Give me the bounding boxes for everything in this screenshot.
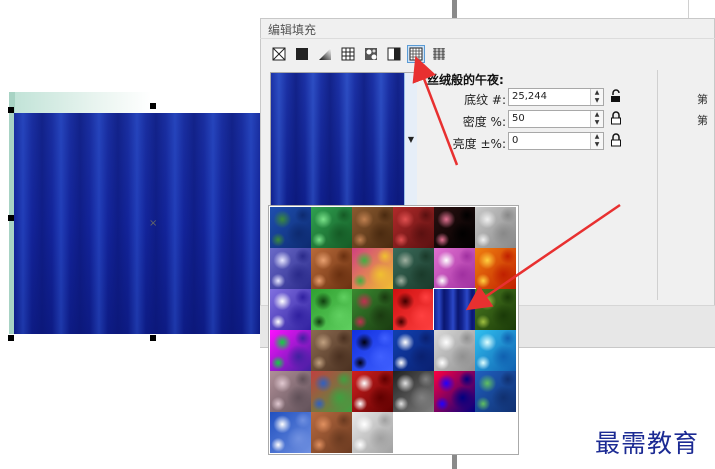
vector-pattern-icon xyxy=(341,47,355,61)
tile-green-blotch[interactable] xyxy=(311,207,352,248)
truncated-label: 第 xyxy=(697,93,708,106)
tile-blue-white-clouds[interactable] xyxy=(270,412,311,453)
selection-handle[interactable] xyxy=(8,107,14,113)
bitmap-pattern-fill-button[interactable] xyxy=(362,45,380,63)
velvet-filled-rectangle[interactable] xyxy=(14,113,274,334)
center-marker-icon: × xyxy=(149,218,158,229)
tile-white-dots[interactable] xyxy=(352,412,393,453)
tile-blue-cells[interactable] xyxy=(270,207,311,248)
tile-brown-speckle[interactable] xyxy=(352,207,393,248)
texture-fill-button[interactable] xyxy=(407,45,425,63)
texture-name: 丝绒般的午夜: xyxy=(427,73,504,87)
selection-handle[interactable] xyxy=(8,215,14,221)
divider xyxy=(260,38,715,39)
tile-terracotta[interactable] xyxy=(311,412,352,453)
tile-magenta-green-plasma[interactable] xyxy=(270,330,311,371)
divider xyxy=(657,70,658,300)
canvas-guide xyxy=(688,0,689,18)
spinner-arrows-icon[interactable]: ▲ ▼ xyxy=(590,89,603,105)
dropdown-arrow-icon: ▼ xyxy=(407,134,415,144)
texture-library-dropdown[interactable]: ▼ xyxy=(404,73,417,205)
density-input[interactable]: 50 ▲ ▼ xyxy=(508,110,604,128)
watermark: 最需教育 xyxy=(595,429,700,458)
spinner-arrows-icon[interactable]: ▲ ▼ xyxy=(590,111,603,127)
fountain-fill-button[interactable] xyxy=(316,45,334,63)
tile-copper-bumps[interactable] xyxy=(311,248,352,289)
tile-multicolor-confetti[interactable] xyxy=(311,371,352,412)
tile-rainbow-speckle[interactable] xyxy=(352,248,393,289)
texture-fill-icon xyxy=(409,47,423,61)
texture-preview[interactable] xyxy=(271,73,405,205)
tile-red-blue-gradient[interactable] xyxy=(434,371,475,412)
truncated-label: 第 xyxy=(697,114,708,127)
texture-number-input[interactable]: 25,244 ▲ ▼ xyxy=(508,88,604,106)
tile-white-ripples[interactable] xyxy=(434,330,475,371)
spinner-arrows-icon[interactable]: ▲ ▼ xyxy=(590,133,603,149)
lock-icon[interactable] xyxy=(609,111,623,127)
brightness-label: 亮度 ±%: xyxy=(452,137,506,151)
selection-handle[interactable] xyxy=(8,335,14,341)
tile-velvet-midnight[interactable] xyxy=(433,288,476,331)
texture-number-label: 底纹 #: xyxy=(464,93,506,107)
tile-pink-white-veins[interactable] xyxy=(434,248,475,289)
tile-red-granite[interactable] xyxy=(393,207,434,248)
uniform-fill-button[interactable] xyxy=(293,45,311,63)
brightness-input[interactable]: 0 ▲ ▼ xyxy=(508,132,604,150)
no-fill-button[interactable] xyxy=(270,45,288,63)
density-label: 密度 %: xyxy=(462,115,506,129)
texture-picker xyxy=(268,205,519,455)
tile-pink-gray-stucco[interactable] xyxy=(270,371,311,412)
tile-violet-blobs[interactable] xyxy=(270,289,311,330)
tile-red-white-mosaic[interactable] xyxy=(352,371,393,412)
tile-gray-stone[interactable] xyxy=(475,207,516,248)
postscript-fill-icon xyxy=(433,48,445,60)
lock-icon[interactable] xyxy=(609,133,623,149)
two-color-pattern-icon xyxy=(387,47,401,61)
tile-blue-black-swirl[interactable] xyxy=(352,330,393,371)
tile-blue-purple-swirl[interactable] xyxy=(270,248,311,289)
brightness-value: 0 xyxy=(512,135,519,146)
tile-green-red-noise[interactable] xyxy=(352,289,393,330)
two-color-pattern-fill-button[interactable] xyxy=(385,45,403,63)
tile-red-rings[interactable] xyxy=(393,289,434,330)
unlock-icon[interactable] xyxy=(609,89,623,105)
tile-cyan-caustics[interactable] xyxy=(475,330,516,371)
selection-handle[interactable] xyxy=(150,103,156,109)
no-fill-icon xyxy=(272,47,286,61)
vector-pattern-fill-button[interactable] xyxy=(339,45,357,63)
tile-black-white-marble[interactable] xyxy=(393,371,434,412)
bitmap-pattern-icon xyxy=(365,48,377,60)
tile-fire-orange[interactable] xyxy=(475,248,516,289)
postscript-fill-button[interactable] xyxy=(430,45,448,63)
uniform-fill-icon xyxy=(296,48,308,60)
fountain-fill-icon xyxy=(319,48,331,60)
tile-green-gray-marble[interactable] xyxy=(393,248,434,289)
density-value: 50 xyxy=(512,113,525,124)
canvas-guide xyxy=(452,0,457,20)
dialog-title: 编辑填充 xyxy=(268,23,317,37)
tile-green-moss[interactable] xyxy=(311,289,352,330)
tile-dark-pink-specks[interactable] xyxy=(434,207,475,248)
tile-brown-cracks[interactable] xyxy=(311,330,352,371)
texture-number-value: 25,244 xyxy=(512,91,547,102)
tile-green-leaves[interactable] xyxy=(475,289,516,330)
selection-handle[interactable] xyxy=(150,335,156,341)
tile-blue-green-foam[interactable] xyxy=(475,371,516,412)
tile-blue-white-sparkles[interactable] xyxy=(393,330,434,371)
